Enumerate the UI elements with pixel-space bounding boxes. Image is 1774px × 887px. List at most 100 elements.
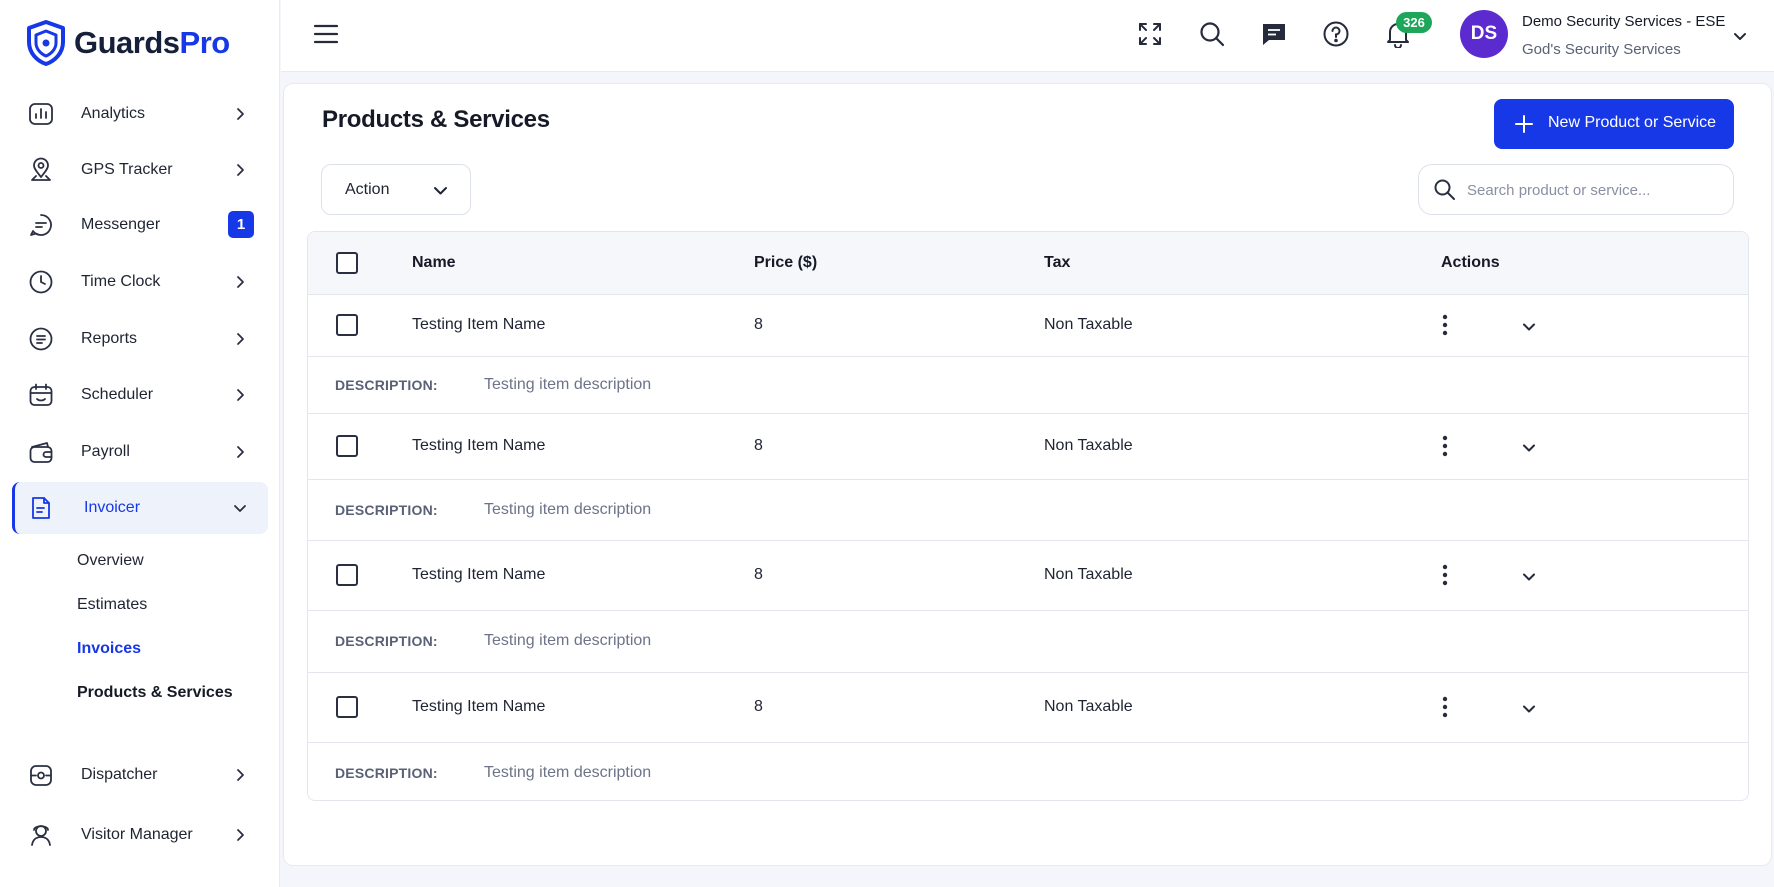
sidebar-item-label: Payroll xyxy=(81,443,130,460)
item-tax: Non Taxable xyxy=(1044,698,1133,715)
sidebar-item-payroll[interactable]: Payroll xyxy=(12,426,268,478)
expand-row-icon[interactable] xyxy=(1520,700,1538,718)
description-label: DESCRIPTION: xyxy=(335,502,438,518)
expand-row-icon[interactable] xyxy=(1520,568,1538,586)
shield-logo-icon xyxy=(27,20,65,66)
sidebar-item-time-clock[interactable]: Time Clock xyxy=(12,256,268,308)
select-all-checkbox[interactable] xyxy=(336,252,358,274)
action-dropdown[interactable]: Action xyxy=(321,164,471,215)
item-price: 8 xyxy=(754,437,763,454)
description-row: DESCRIPTION: Testing item description xyxy=(308,743,1748,800)
help-icon[interactable] xyxy=(1322,20,1350,48)
sidebar-item-label: Time Clock xyxy=(81,273,161,290)
top-bar: 326 DS Demo Security Services - ESE God'… xyxy=(281,0,1774,72)
column-header-actions: Actions xyxy=(1441,254,1500,271)
sidebar-item-label: Messenger xyxy=(81,216,161,233)
more-options-icon[interactable] xyxy=(1437,313,1453,337)
calendar-icon xyxy=(29,383,53,406)
row-checkbox[interactable] xyxy=(336,696,358,718)
messages-icon[interactable] xyxy=(1260,20,1288,48)
user-name: Demo Security Services - ESE xyxy=(1522,13,1726,30)
item-tax: Non Taxable xyxy=(1044,316,1133,333)
item-price: 8 xyxy=(754,698,763,715)
column-header-price: Price ($) xyxy=(754,254,818,271)
table-header: Name Price ($) Tax Actions xyxy=(308,232,1748,295)
sidebar: GuardsPro Analytics GPS Tracker Messenge… xyxy=(0,0,280,887)
item-name: Testing Item Name xyxy=(412,316,546,333)
search-input[interactable] xyxy=(1467,177,1717,203)
sidebar-subitem-overview[interactable]: Overview xyxy=(77,552,144,570)
column-header-tax: Tax xyxy=(1044,254,1071,271)
row-checkbox[interactable] xyxy=(336,564,358,586)
sidebar-item-invoicer[interactable]: Invoicer xyxy=(12,482,268,534)
hamburger-menu-icon[interactable] xyxy=(313,22,339,46)
main-content: Products & Services New Product or Servi… xyxy=(283,83,1772,866)
sidebar-item-scheduler[interactable]: Scheduler xyxy=(12,369,268,421)
sidebar-item-reports[interactable]: Reports xyxy=(12,313,268,365)
sidebar-item-label: GPS Tracker xyxy=(81,161,173,178)
chevron-down-icon[interactable] xyxy=(1731,27,1749,45)
row-checkbox[interactable] xyxy=(336,435,358,457)
item-description: Testing item description xyxy=(484,764,652,781)
sidebar-subitem-estimates[interactable]: Estimates xyxy=(77,596,147,614)
sidebar-item-label: Reports xyxy=(81,330,138,347)
dispatcher-icon xyxy=(30,765,52,786)
table-row: Testing Item Name 8 Non Taxable xyxy=(308,673,1748,743)
analytics-icon xyxy=(29,103,53,125)
user-company: God's Security Services xyxy=(1522,41,1681,58)
sidebar-item-messenger[interactable]: Messenger 1 xyxy=(12,199,268,251)
more-options-icon[interactable] xyxy=(1437,434,1453,458)
sidebar-item-dispatcher[interactable]: Dispatcher xyxy=(12,749,268,801)
guardspro-logo[interactable]: GuardsPro xyxy=(26,18,230,68)
column-header-name: Name xyxy=(412,254,456,271)
avatar[interactable]: DS xyxy=(1460,10,1508,58)
item-name: Testing Item Name xyxy=(412,437,546,454)
fullscreen-icon[interactable] xyxy=(1136,20,1164,48)
products-table: Name Price ($) Tax Actions Testing Item … xyxy=(307,231,1749,801)
sidebar-item-label: Visitor Manager xyxy=(81,826,193,843)
item-description: Testing item description xyxy=(484,632,652,649)
new-product-button[interactable]: New Product or Service xyxy=(1494,99,1734,149)
messenger-unread-badge: 1 xyxy=(228,211,254,238)
description-label: DESCRIPTION: xyxy=(335,765,438,781)
sidebar-item-label: Invoicer xyxy=(84,499,141,516)
item-description: Testing item description xyxy=(484,501,652,518)
sidebar-item-label: Analytics xyxy=(81,105,146,122)
item-description: Testing item description xyxy=(484,376,652,393)
chevron-down-icon xyxy=(434,187,447,195)
more-options-icon[interactable] xyxy=(1437,563,1453,587)
sidebar-subitem-invoices[interactable]: Invoices xyxy=(77,640,141,658)
chevron-right-icon xyxy=(237,333,244,345)
logo-text-guards: Guards xyxy=(74,25,180,60)
plus-icon xyxy=(1515,115,1533,133)
map-pin-icon xyxy=(31,157,51,181)
more-options-icon[interactable] xyxy=(1437,695,1453,719)
chat-bubble-icon xyxy=(30,214,52,236)
table-row: Testing Item Name 8 Non Taxable xyxy=(308,295,1748,357)
new-product-button-label: New Product or Service xyxy=(1548,114,1717,131)
wallet-icon xyxy=(29,442,53,463)
sidebar-item-visitor-manager[interactable]: Visitor Manager xyxy=(12,809,268,861)
sidebar-item-analytics[interactable]: Analytics xyxy=(12,88,268,140)
table-row: Testing Item Name 8 Non Taxable xyxy=(308,414,1748,480)
action-dropdown-label: Action xyxy=(345,181,390,198)
search-box xyxy=(1418,164,1734,215)
expand-row-icon[interactable] xyxy=(1520,439,1538,457)
sidebar-item-gps-tracker[interactable]: GPS Tracker xyxy=(12,144,268,196)
row-checkbox[interactable] xyxy=(336,314,358,336)
chevron-right-icon xyxy=(237,446,244,458)
expand-row-icon[interactable] xyxy=(1520,318,1538,336)
chevron-right-icon xyxy=(237,108,244,120)
chevron-down-icon xyxy=(234,505,246,512)
description-row: DESCRIPTION: Testing item description xyxy=(308,611,1748,673)
invoice-icon xyxy=(32,497,50,519)
item-price: 8 xyxy=(754,316,763,333)
reports-icon xyxy=(29,327,53,351)
search-icon[interactable] xyxy=(1198,20,1226,48)
item-name: Testing Item Name xyxy=(412,698,546,715)
sidebar-subitem-products-services[interactable]: Products & Services xyxy=(77,684,233,702)
description-label: DESCRIPTION: xyxy=(335,633,438,649)
chevron-right-icon xyxy=(237,769,244,781)
chevron-right-icon xyxy=(237,276,244,288)
description-label: DESCRIPTION: xyxy=(335,377,438,393)
